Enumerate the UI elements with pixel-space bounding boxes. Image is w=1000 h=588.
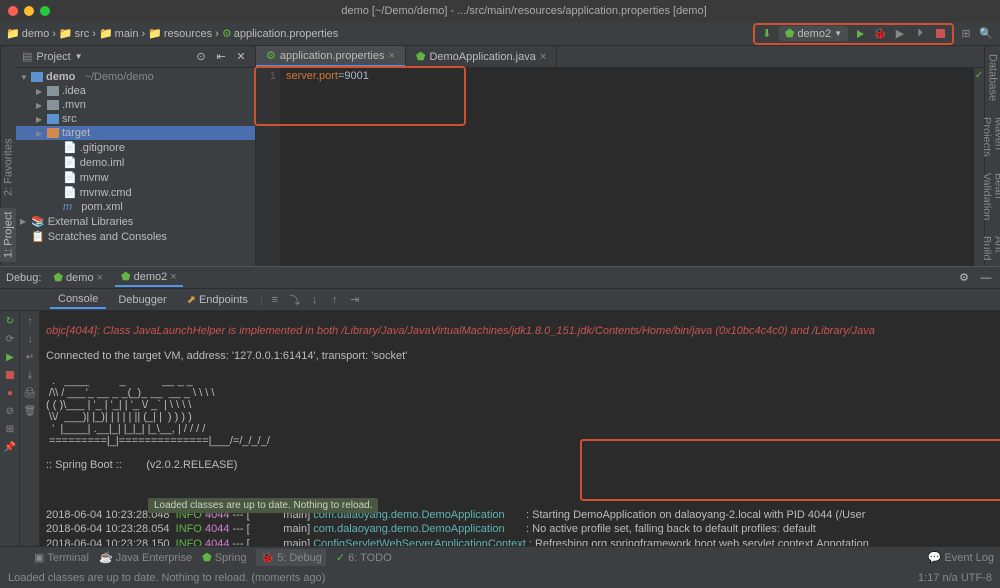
navbar: 📁 demo › 📁 src › 📁 main › 📁 resources › … xyxy=(0,22,1000,46)
project-tree[interactable]: ▼ demo ~/Demo/demo ▶.idea ▶.mvn ▶src ▶ta… xyxy=(16,68,255,266)
endpoints-tab[interactable]: ⬈ Endpoints xyxy=(179,291,256,308)
editor-tabs: ⚙application.properties× ⬟DemoApplicatio… xyxy=(256,46,984,68)
console-toolbar: ↑ ↓ ↵ ⤓ 🖨 🗑 xyxy=(20,311,40,546)
project-tool-tab[interactable]: 1: Project xyxy=(1,208,17,262)
run-toolbar-highlight: ⬇ ⬟ demo2 ▼ 🐞 ▶ ⏵ xyxy=(753,23,954,45)
project-collapse-icon[interactable]: ⇤ xyxy=(213,49,229,65)
editor-area: ⚙application.properties× ⬟DemoApplicatio… xyxy=(256,46,984,266)
mute-breakpoints-icon[interactable]: ⊘ xyxy=(2,403,18,419)
project-settings-icon[interactable]: ⊙ xyxy=(193,49,209,65)
breakpoints-icon[interactable]: ● xyxy=(2,385,18,401)
step-into-icon[interactable]: ↓ xyxy=(307,292,323,308)
tree-item[interactable]: ▶src xyxy=(16,112,255,126)
footer-bar: Loaded classes are up to date. Nothing t… xyxy=(0,568,1000,588)
status-bar: ▣ Terminal ☕ Java Enterprise ⬟ Spring 🐞 … xyxy=(0,546,1000,568)
step-icon[interactable]: ≡ xyxy=(267,292,283,308)
debug-button[interactable]: 🐞 xyxy=(872,26,888,42)
scroll-icon[interactable]: ⤓ xyxy=(22,367,38,383)
profile-button[interactable]: ⏵ xyxy=(912,26,928,42)
editor-status-icon: ✓ xyxy=(975,70,983,81)
run-button[interactable] xyxy=(852,26,868,42)
window-minimize-button[interactable] xyxy=(24,6,34,16)
step-over-icon[interactable]: ⤵ xyxy=(287,292,303,308)
javaee-tool[interactable]: ☕ Java Enterprise xyxy=(99,551,192,564)
window-title: demo [~/Demo/demo] - .../src/main/resour… xyxy=(56,5,992,17)
wrap-icon[interactable]: ↵ xyxy=(22,349,38,365)
tree-root[interactable]: ▼ demo ~/Demo/demo xyxy=(16,70,255,84)
tree-item[interactable]: 📄demo.iml xyxy=(16,155,255,170)
project-panel: ▤ Project ▼ ⊙ ⇤ ✕ ▼ demo ~/Demo/demo ▶.i… xyxy=(16,46,256,266)
pin-icon[interactable]: 📌 xyxy=(2,439,18,455)
left-tool-strip: 1: Project 2: Favorites xyxy=(0,46,16,266)
rerun-icon[interactable]: ↻ xyxy=(2,313,18,329)
editor-tab-java[interactable]: ⬟DemoApplication.java× xyxy=(406,46,557,67)
up-icon[interactable]: ↑ xyxy=(22,313,38,329)
favorites-tool-tab[interactable]: 2: Favorites xyxy=(1,134,17,199)
console-tab[interactable]: Console xyxy=(50,291,106,309)
search-everywhere-icon[interactable]: 🔍 xyxy=(978,26,994,42)
debug-label: Debug: xyxy=(6,272,41,284)
clear-icon[interactable]: 🗑 xyxy=(22,403,38,419)
coverage-button[interactable]: ▶ xyxy=(892,26,908,42)
build-icon[interactable]: ⬇ xyxy=(759,26,775,42)
tree-item-target[interactable]: ▶target xyxy=(16,126,255,140)
close-tab-icon[interactable]: × xyxy=(388,50,394,62)
tree-item[interactable]: ▶.mvn xyxy=(16,98,255,112)
reload-icon[interactable]: ⟳ xyxy=(2,331,18,347)
footer-right: 1:17 n/a UTF-8 xyxy=(918,572,992,584)
debug-settings-icon[interactable]: ⚙ xyxy=(956,270,972,286)
debug-tab-demo2[interactable]: ⬟demo2× xyxy=(115,268,183,287)
tree-item[interactable]: ▶.idea xyxy=(16,84,255,98)
close-tab-icon[interactable]: × xyxy=(540,51,546,63)
database-tool-tab[interactable]: Database xyxy=(985,50,1000,105)
editor-tab-properties[interactable]: ⚙application.properties× xyxy=(256,46,406,67)
run-to-cursor-icon[interactable]: ⇥ xyxy=(347,292,363,308)
debug-hide-icon[interactable]: — xyxy=(978,270,994,286)
run-config-selector[interactable]: ⬟ demo2 ▼ xyxy=(779,26,848,41)
project-structure-icon[interactable]: ⊞ xyxy=(958,26,974,42)
spring-tool[interactable]: ⬟ Spring xyxy=(202,551,246,564)
terminal-tool[interactable]: ▣ Terminal xyxy=(34,551,89,564)
layout-icon[interactable]: ⊞ xyxy=(2,421,18,437)
project-header-label: Project xyxy=(36,51,70,63)
window-close-button[interactable] xyxy=(8,6,18,16)
stop-button[interactable] xyxy=(932,26,948,42)
tree-item[interactable]: 📄mvnw xyxy=(16,170,255,185)
step-out-icon[interactable]: ↑ xyxy=(327,292,343,308)
debug-tool[interactable]: 🐞 5: Debug xyxy=(256,549,325,566)
reload-tooltip: Loaded classes are up to date. Nothing t… xyxy=(148,498,378,513)
debug-tab-demo[interactable]: ⬟demo× xyxy=(47,269,109,286)
debugger-tab[interactable]: Debugger xyxy=(110,292,174,308)
line-gutter: 1 xyxy=(256,68,280,266)
todo-tool[interactable]: ✓ 6: TODO xyxy=(336,551,392,564)
breadcrumb[interactable]: 📁 demo › 📁 src › 📁 main › 📁 resources › … xyxy=(6,27,338,40)
right-tool-strip: Database Maven Projects Bean Validation … xyxy=(984,46,1000,266)
down-icon[interactable]: ↓ xyxy=(22,331,38,347)
titlebar: demo [~/Demo/demo] - .../src/main/resour… xyxy=(0,0,1000,22)
resume-icon[interactable]: ▶ xyxy=(2,349,18,365)
tree-scratches[interactable]: 📋Scratches and Consoles xyxy=(16,229,255,244)
tree-item[interactable]: m pom.xml xyxy=(16,200,255,214)
tree-item[interactable]: 📄.gitignore xyxy=(16,140,255,155)
tree-item[interactable]: 📄mvnw.cmd xyxy=(16,185,255,200)
debug-left-toolbar: ↻ ⟳ ▶ ● ⊘ ⊞ 📌 xyxy=(0,311,20,546)
footer-status: Loaded classes are up to date. Nothing t… xyxy=(8,572,325,584)
window-maximize-button[interactable] xyxy=(40,6,50,16)
project-hide-icon[interactable]: ✕ xyxy=(233,49,249,65)
code-editor[interactable]: 1 server.port=9001 ✓ xyxy=(256,68,984,266)
event-log[interactable]: 💬 Event Log xyxy=(928,551,994,564)
stop-debug-icon[interactable] xyxy=(2,367,18,383)
tree-external-libs[interactable]: ▶📚External Libraries xyxy=(16,214,255,229)
print-icon[interactable]: 🖨 xyxy=(22,385,38,401)
